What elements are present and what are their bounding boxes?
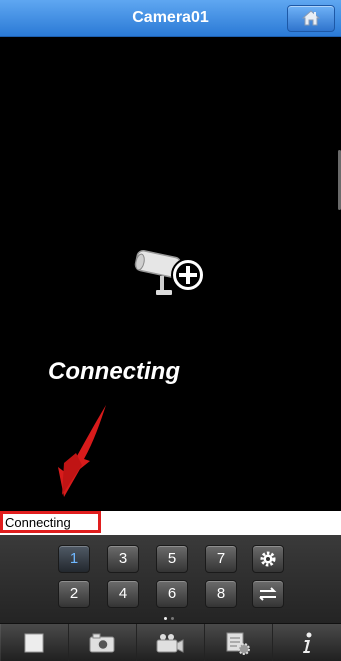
- home-button[interactable]: [287, 5, 335, 32]
- channel-button-8[interactable]: 8: [205, 580, 237, 608]
- red-arrow-icon: [58, 405, 106, 497]
- channel-button-5[interactable]: 5: [156, 545, 188, 573]
- camera-add-icon[interactable]: [134, 246, 210, 302]
- stop-button[interactable]: [0, 624, 69, 661]
- channel-button-6[interactable]: 6: [156, 580, 188, 608]
- bottom-toolbar: [0, 623, 341, 661]
- camera-snapshot-icon: [89, 633, 115, 652]
- channel-button-3[interactable]: 3: [107, 545, 139, 573]
- stop-icon: [24, 633, 44, 652]
- playback-settings-button[interactable]: [204, 624, 273, 661]
- connecting-overlay-text: Connecting: [48, 358, 180, 385]
- page-dot: [171, 617, 174, 620]
- home-icon: [302, 10, 320, 26]
- channel-button-7[interactable]: 7: [205, 545, 237, 573]
- status-text: Connecting: [0, 511, 101, 533]
- playback-settings-icon: [226, 632, 250, 655]
- page-indicator: [162, 617, 178, 621]
- page-dot-active: [164, 617, 167, 620]
- channel-button-2[interactable]: 2: [58, 580, 90, 608]
- video-record-icon: [156, 633, 184, 653]
- record-button[interactable]: [136, 624, 205, 661]
- status-bar: Connecting: [0, 511, 341, 535]
- channel-button-1[interactable]: 1: [58, 545, 90, 573]
- info-button[interactable]: [272, 624, 341, 661]
- title-bar: Camera01: [0, 0, 341, 37]
- info-icon: [302, 632, 311, 653]
- switch-button[interactable]: [252, 580, 284, 608]
- gear-icon: [260, 551, 276, 567]
- channel-button-4[interactable]: 4: [107, 580, 139, 608]
- snapshot-button[interactable]: [68, 624, 137, 661]
- settings-button[interactable]: [252, 545, 284, 573]
- swap-arrows-icon: [259, 587, 277, 601]
